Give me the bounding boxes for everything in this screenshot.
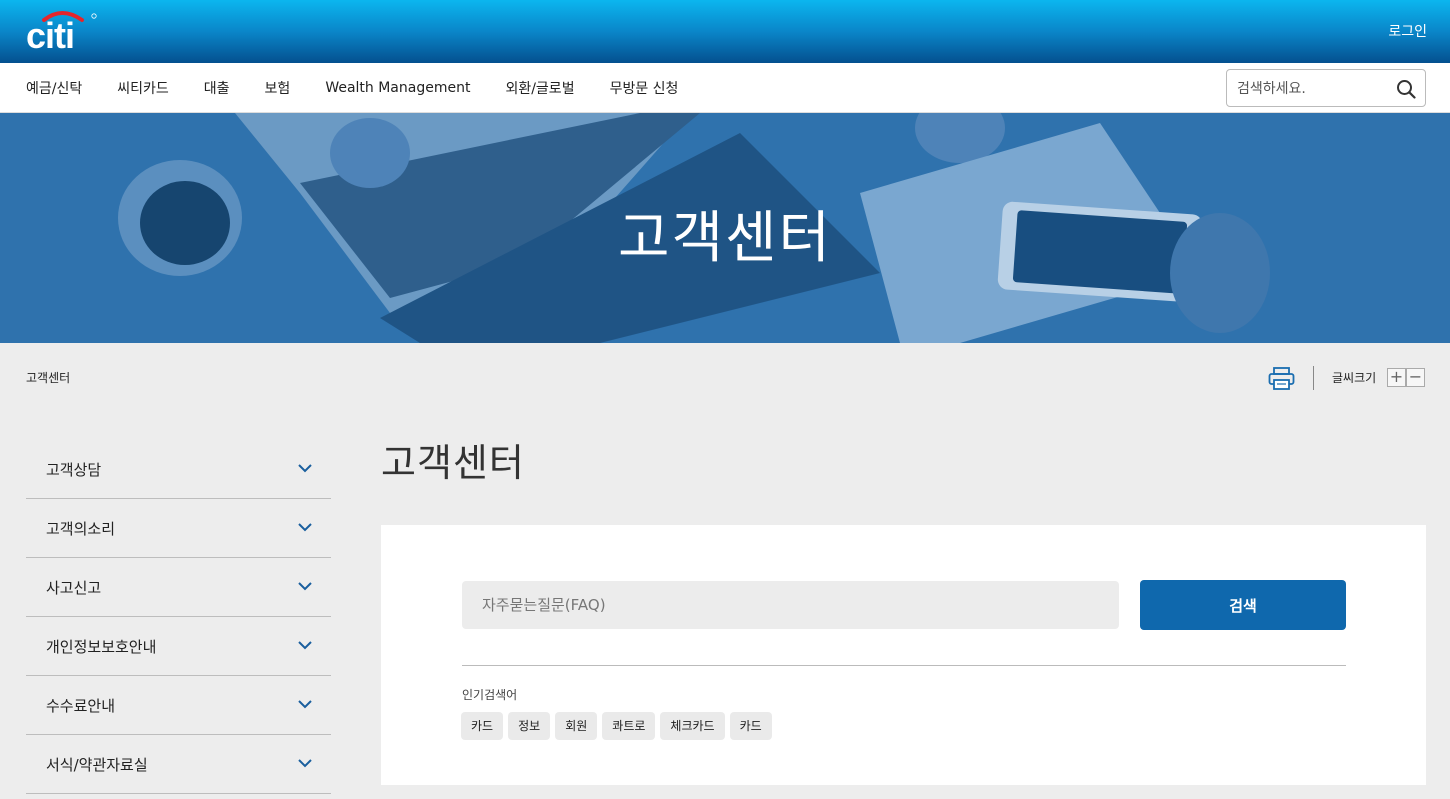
nav-item-wealth[interactable]: Wealth Management — [325, 80, 470, 96]
utility-divider — [1313, 366, 1314, 390]
sidebar-item-label: 서식/약관자료실 — [46, 756, 148, 774]
logo-text: citi — [26, 15, 74, 52]
main-nav: 예금/신탁 씨티카드 대출 보험 Wealth Management 외환/글로… — [0, 63, 1450, 113]
faq-search-input[interactable] — [462, 581, 1119, 629]
chevron-down-icon — [298, 700, 312, 709]
font-decrease-button[interactable]: − — [1406, 368, 1425, 387]
nav-item-remote-apply[interactable]: 무방문 신청 — [610, 78, 679, 98]
site-search — [1226, 69, 1426, 107]
panel-divider — [462, 665, 1346, 666]
chevron-down-icon — [298, 464, 312, 473]
nav-item-insurance[interactable]: 보험 — [265, 78, 291, 98]
sidebar-item-label: 개인정보보호안내 — [46, 638, 157, 656]
nav-item-loan[interactable]: 대출 — [204, 78, 230, 98]
popular-keywords-label: 인기검색어 — [462, 688, 518, 702]
chevron-down-icon — [298, 759, 312, 768]
popular-keyword-tag[interactable]: 정보 — [508, 712, 551, 740]
sidebar-item-privacy[interactable]: 개인정보보호안내 — [26, 617, 331, 676]
popular-keyword-tag[interactable]: 콰트로 — [602, 712, 656, 740]
popular-keyword-tag[interactable]: 회원 — [555, 712, 598, 740]
sidebar-item-label: 수수료안내 — [46, 697, 116, 715]
sidebar-item-voice[interactable]: 고객의소리 — [26, 499, 331, 558]
nav-item-forex[interactable]: 외환/글로벌 — [505, 78, 574, 98]
sidebar-item-label: 사고신고 — [46, 579, 102, 597]
sidebar-menu: 고객상담 고객의소리 사고신고 개인정보보호안내 수수료안내 서식/약관자료실 — [26, 440, 331, 794]
font-increase-button[interactable]: + — [1387, 368, 1406, 387]
sidebar-item-label: 고객의소리 — [46, 520, 116, 538]
chevron-down-icon — [298, 582, 312, 591]
nav-item-deposit[interactable]: 예금/신탁 — [26, 78, 82, 98]
hero-title: 고객센터 — [617, 206, 833, 271]
nav-menu: 예금/신탁 씨티카드 대출 보험 Wealth Management 외환/글로… — [26, 63, 713, 113]
popular-keyword-tag[interactable]: 카드 — [729, 712, 772, 740]
faq-search-button[interactable]: 검색 — [1140, 580, 1346, 630]
popular-keywords: 카드 정보 회원 콰트로 체크카드 카드 — [461, 712, 777, 740]
faq-search-panel: 검색 인기검색어 카드 정보 회원 콰트로 체크카드 카드 — [381, 525, 1426, 785]
popular-keyword-tag[interactable]: 카드 — [461, 712, 504, 740]
sidebar-item-consultation[interactable]: 고객상담 — [26, 440, 331, 499]
citi-logo[interactable]: citi — [26, 8, 98, 52]
sidebar-item-accident-report[interactable]: 사고신고 — [26, 558, 331, 617]
chevron-down-icon — [298, 523, 312, 532]
login-link[interactable]: 로그인 — [1388, 21, 1427, 41]
hero-banner: 고객센터 — [0, 113, 1450, 343]
sidebar-item-forms[interactable]: 서식/약관자료실 — [26, 735, 331, 794]
sidebar-item-fees[interactable]: 수수료안내 — [26, 676, 331, 735]
sidebar-item-label: 고객상담 — [46, 461, 102, 479]
page-title: 고객센터 — [381, 441, 525, 485]
breadcrumb: 고객센터 — [26, 371, 71, 385]
popular-keyword-tag[interactable]: 체크카드 — [660, 712, 725, 740]
font-size-label: 글씨크기 — [1332, 371, 1377, 385]
site-search-input[interactable] — [1237, 78, 1387, 100]
chevron-down-icon — [298, 641, 312, 650]
print-icon[interactable] — [1268, 367, 1295, 391]
top-header: citi 로그인 — [0, 0, 1450, 63]
nav-item-card[interactable]: 씨티카드 — [117, 78, 169, 98]
search-icon[interactable] — [1396, 79, 1416, 99]
